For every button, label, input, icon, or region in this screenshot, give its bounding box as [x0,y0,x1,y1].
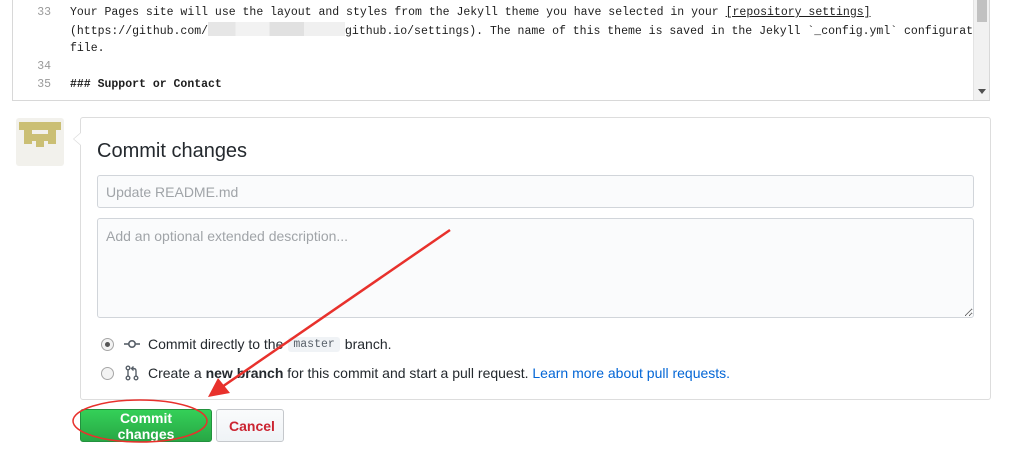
cancel-button[interactable]: Cancel [216,409,284,442]
line-text: (https://github.com/github.io/settings).… [70,22,989,41]
commit-summary-input[interactable] [97,175,974,208]
commit-form-title: Commit changes [97,140,248,162]
commit-direct-label: Commit directly to the [148,336,284,352]
new-branch-radio[interactable] [101,366,114,380]
commit-form: Commit changes Commit directly to the ma… [73,117,991,400]
branch-name: master [288,336,340,352]
code-line: 35 ### Support or Contact [13,76,973,94]
code-line: (https://github.com/github.io/settings).… [13,22,989,41]
new-branch-option[interactable]: Create a new branch for this commit and … [101,363,730,383]
line-number: 35 [37,78,51,91]
code-editor[interactable]: 33 Your Pages site will use the layout a… [12,0,990,101]
editor-scrollbar[interactable] [973,0,989,100]
commit-direct-suffix: branch. [344,336,392,352]
line-text: Your Pages site will use the layout and … [70,6,871,19]
scroll-down-arrow-icon[interactable] [978,89,986,94]
line-text: ### Support or Contact [70,78,222,91]
commit-changes-button[interactable]: Commit changes [80,409,212,442]
redacted-username [208,22,346,36]
git-commit-icon [124,340,140,349]
line-text: file. [70,42,105,55]
repository-settings-link: [repository settings] [725,6,871,19]
commit-direct-radio[interactable] [101,337,114,351]
new-branch-suffix: for this commit and start a pull request… [287,365,529,381]
new-branch-prefix: Create a [148,365,202,381]
code-line: 34 [13,58,973,76]
avatar[interactable] [16,118,64,166]
commit-direct-option[interactable]: Commit directly to the master branch. [101,334,392,354]
identicon-icon [19,122,61,147]
line-number: 34 [37,60,51,73]
learn-more-pull-requests-link[interactable]: Learn more about pull requests. [532,365,730,381]
commit-description-textarea[interactable] [97,218,974,318]
code-line: file. [13,40,973,58]
git-pull-request-icon [125,365,139,381]
line-number: 33 [37,6,51,19]
new-branch-bold: new branch [205,365,284,381]
code-line: 33 Your Pages site will use the layout a… [13,4,973,22]
scrollbar-thumb[interactable] [977,0,987,22]
